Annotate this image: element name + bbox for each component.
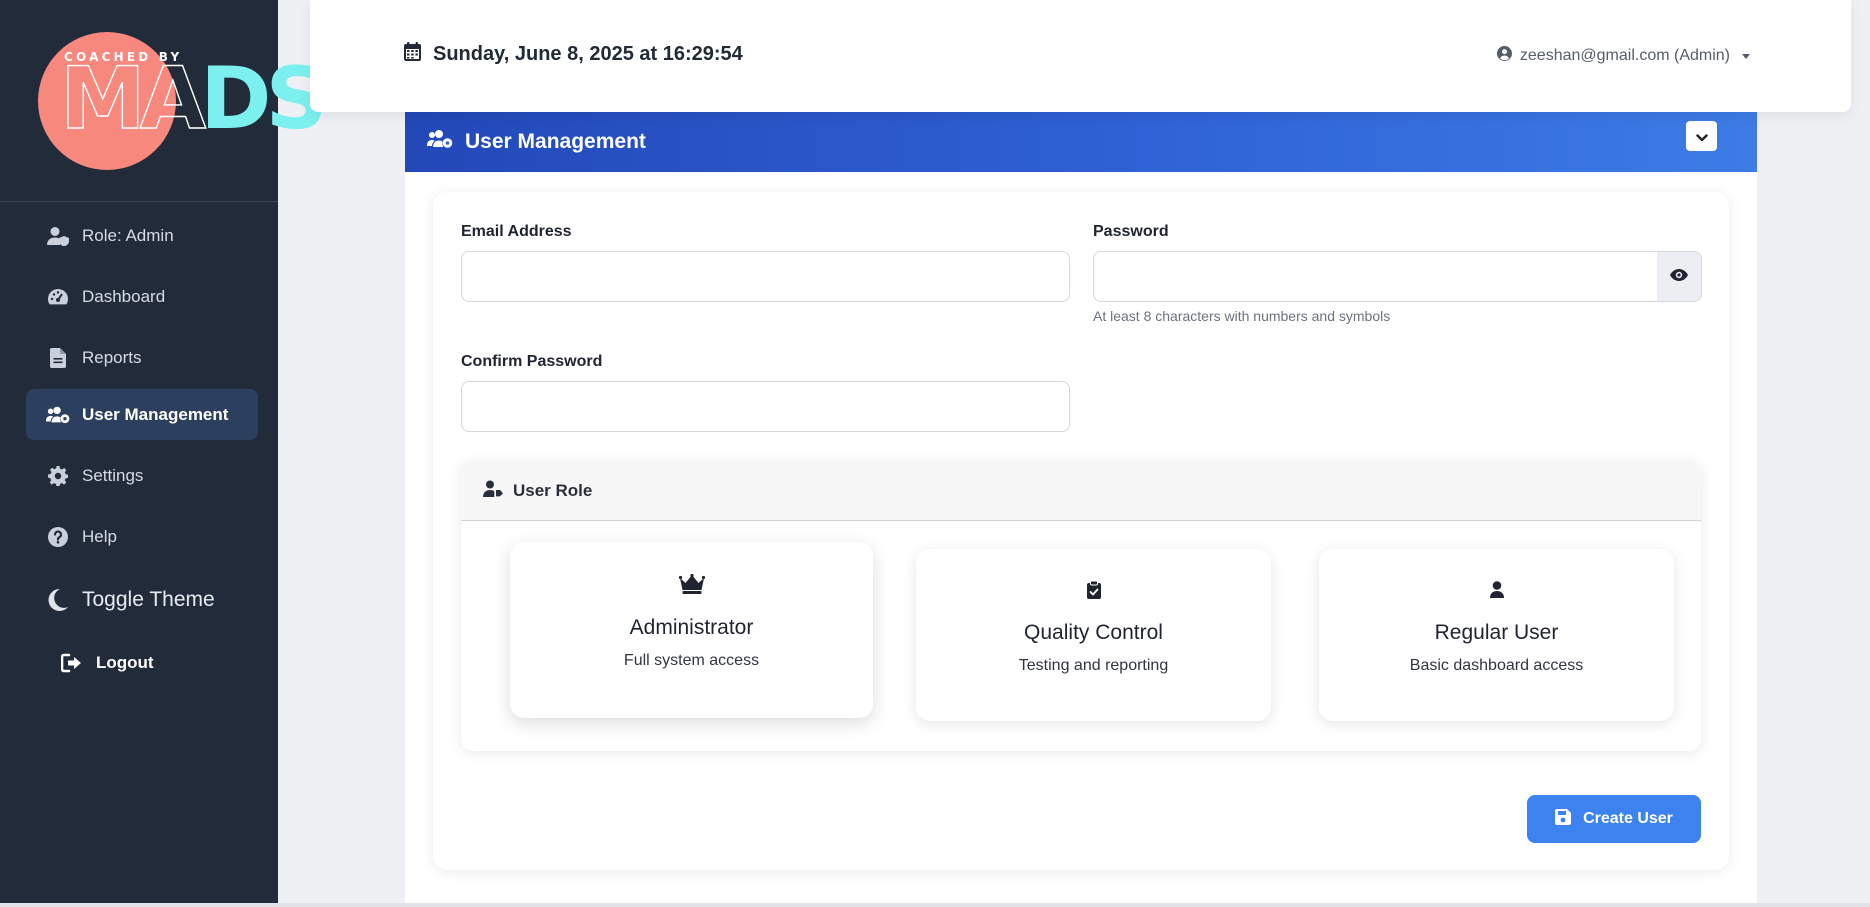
crown-icon (510, 574, 873, 594)
top-header: Sunday, June 8, 2025 at 16:29:54 zeeshan… (310, 0, 1851, 112)
password-field[interactable] (1093, 251, 1658, 302)
email-field[interactable] (461, 251, 1070, 302)
user-management-panel: User Management Email Address Password A… (405, 112, 1757, 907)
create-user-form: Email Address Password At least 8 charac… (433, 192, 1729, 870)
collapse-button[interactable] (1686, 121, 1717, 151)
confirm-password-field[interactable] (461, 381, 1070, 432)
sidebar-item-reports[interactable]: Reports (26, 332, 258, 383)
logo[interactable]: COACHED BY MADS (0, 0, 327, 202)
sidebar-item-label: Logout (96, 652, 154, 672)
sidebar-item-help[interactable]: Help (26, 511, 258, 562)
sidebar-item-label: Toggle Theme (82, 587, 215, 611)
panel-title: User Management (465, 130, 646, 153)
user-menu[interactable]: zeeshan@gmail.com (Admin) (1496, 46, 1750, 66)
email-label: Email Address (461, 223, 572, 240)
role-description: Basic dashboard access (1409, 657, 1584, 674)
save-icon (1555, 808, 1572, 830)
role-title: Regular User (1434, 621, 1559, 644)
sidebar-item-dashboard[interactable]: Dashboard (26, 271, 258, 322)
sidebar-item-label: Dashboard (82, 286, 166, 306)
create-user-button[interactable]: Create User (1527, 795, 1701, 843)
role-option-quality-control[interactable]: Quality Control Testing and reporting (916, 549, 1271, 721)
chevron-down-icon (1742, 53, 1750, 59)
user-shield-icon (46, 224, 70, 248)
role-option-regular-user[interactable]: Regular User Basic dashboard access (1319, 549, 1674, 721)
eye-icon (1670, 268, 1688, 286)
file-icon (46, 346, 70, 370)
toggle-theme-button[interactable]: Toggle Theme (26, 574, 258, 625)
chevron-down-icon (1695, 124, 1708, 148)
panel-header: User Management (405, 112, 1757, 172)
app-root: COACHED BY MADS Role: Admin Dashboard Re… (0, 0, 1870, 907)
user-role-header: User Role (461, 461, 1701, 521)
create-user-label: Create User (1583, 810, 1673, 827)
bottom-scrollbar-track (0, 903, 1870, 907)
confirm-password-label: Confirm Password (461, 353, 603, 370)
user-email: zeeshan@gmail.com (Admin) (1519, 47, 1730, 64)
role-description: Testing and reporting (1018, 657, 1169, 674)
sign-out-icon (60, 651, 84, 675)
user-tag-icon (483, 480, 503, 502)
user-icon (1319, 581, 1674, 598)
current-datetime: Sunday, June 8, 2025 at 16:29:54 (404, 42, 743, 67)
sidebar-item-label: Settings (82, 465, 144, 485)
sidebar-item-role[interactable]: Role: Admin (26, 210, 258, 261)
sidebar-item-user-management[interactable]: User Management (26, 389, 258, 440)
gear-icon (46, 464, 70, 488)
role-option-administrator[interactable]: Administrator Full system access (510, 542, 873, 718)
calendar-icon (404, 42, 421, 67)
sidebar-item-label: Role: Admin (82, 225, 174, 245)
user-role-section: User Role Administrator Full system acce… (461, 461, 1701, 751)
clipboard-check-icon (916, 581, 1271, 599)
users-cog-icon (427, 129, 453, 155)
gauge-icon (46, 285, 70, 309)
password-label: Password (1093, 223, 1169, 240)
sidebar-item-settings[interactable]: Settings (26, 450, 258, 501)
toggle-password-visibility-button[interactable] (1657, 251, 1702, 302)
datetime-text: Sunday, June 8, 2025 at 16:29:54 (433, 43, 743, 65)
logout-button[interactable]: Logout (26, 637, 258, 688)
sidebar-item-label: Help (82, 526, 117, 546)
sidebar-item-label: Reports (82, 347, 142, 367)
role-title: Quality Control (1024, 621, 1163, 644)
sidebar: COACHED BY MADS Role: Admin Dashboard Re… (0, 0, 327, 907)
role-title: Administrator (629, 616, 754, 639)
sidebar-item-label: User Management (82, 404, 229, 424)
moon-icon (46, 588, 70, 612)
users-cog-icon (46, 403, 70, 427)
logo-wordmark: MADS (59, 49, 327, 149)
role-description: Full system access (623, 652, 760, 669)
password-hint: At least 8 characters with numbers and s… (1093, 308, 1391, 324)
question-circle-icon (46, 525, 70, 549)
user-role-title: User Role (513, 480, 593, 500)
user-circle-icon (1496, 46, 1512, 66)
